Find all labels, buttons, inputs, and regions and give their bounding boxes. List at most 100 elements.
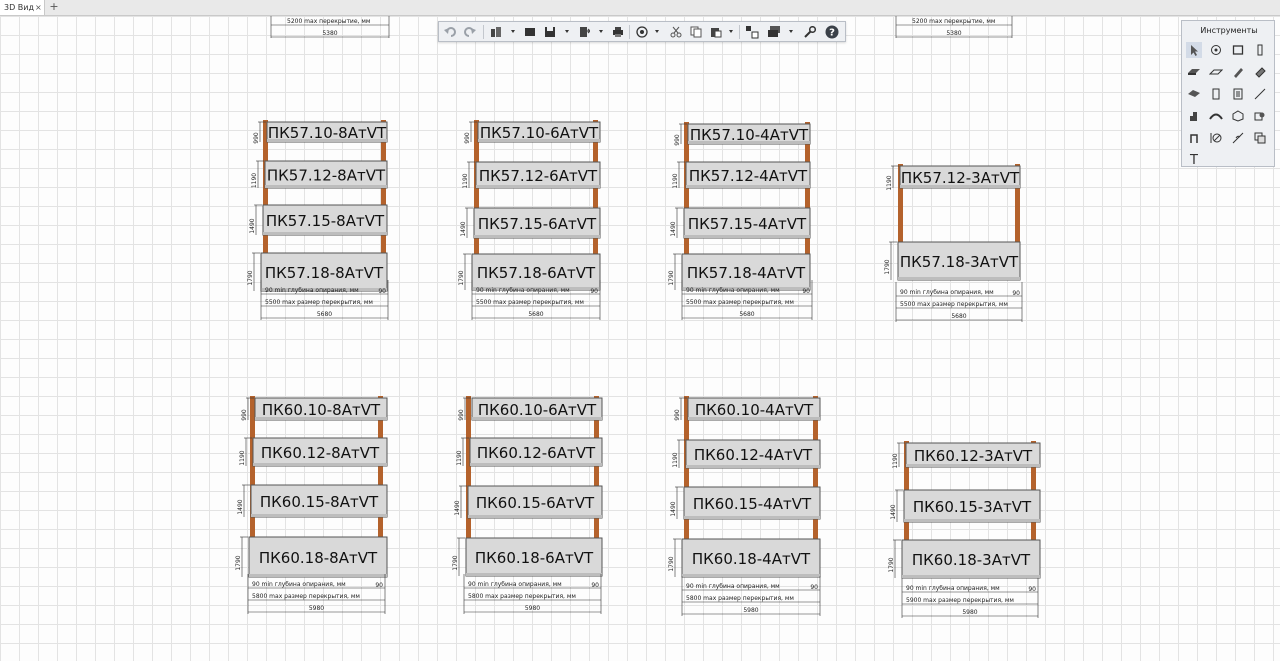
slab-edge [253,463,387,466]
bearing-value: 90 [375,582,383,589]
add-tab-button[interactable]: + [48,0,60,15]
help-icon[interactable]: ? [825,25,839,39]
beam-assembly: ПК57.10-8АтVT 990 ПК57.12-8АтVT 1190 ПК57.15… [247,120,389,320]
slab-edge [251,514,387,517]
max-span-label: 5200 max перекрытие, мм [912,18,995,25]
slab-edge [682,574,820,577]
beam-assembly: ПК60.12-3АтVT 1190 ПК60.15-3АтVT 1490 ПК60.1… [888,441,1041,618]
beam-label: ПК57.15-6АтVT [478,215,597,233]
height-dimension: 990 [464,132,471,144]
max-span-label: 5500 max размер перекрытия, мм [900,301,1008,308]
3d-viewport[interactable]: ПК57.10-8АтVT 990 ПК57.12-8АтVT 1190 ПК57.15… [0,16,1280,661]
beam-label: ПК60.18-4АтVT [692,550,811,568]
height-dimension: 990 [241,409,248,421]
tab-3d-view[interactable]: 3D Вид × [0,0,45,15]
view-dropdown-arrow[interactable] [511,30,515,33]
line-icon[interactable] [1252,86,1268,102]
curtain-wall-icon[interactable] [1208,130,1224,146]
beam-label: ПК60.12-6АтVT [477,444,596,462]
height-dimension: 1790 [668,270,675,285]
window-tool-icon[interactable] [1208,86,1224,102]
slab-icon[interactable] [1186,64,1202,80]
save-icon[interactable] [543,25,557,39]
total-length: 5980 [743,607,758,614]
total-length: 5380 [322,30,337,37]
beam-label: ПК57.10-8АтVT [268,124,387,142]
paste-dropdown-arrow[interactable] [729,30,733,33]
dimension-icon[interactable] [1230,130,1246,146]
beam-icon[interactable] [1230,64,1246,80]
orbit-tool-icon[interactable] [1208,42,1224,58]
beam-label: ПК57.18-3АтVT [900,253,1019,271]
scene-canvas: ПК57.10-8АтVT 990 ПК57.12-8АтVT 1190 ПК57.15… [235,16,1041,618]
max-span-label: 5500 max размер перекрытия, мм [686,299,794,306]
cut-icon[interactable] [669,25,683,39]
beam-label: ПК57.18-8АтVT [265,264,384,282]
slab-edge [249,574,387,577]
window-icon[interactable] [523,25,537,39]
level-icon[interactable] [1252,130,1268,146]
beam-label: ПК57.18-6АтVT [477,264,596,282]
stair-icon[interactable] [1252,64,1268,80]
object-icon[interactable] [1186,108,1202,124]
beam-assembly: ПК60.10-4АтVT 990 ПК60.12-4АтVT 1190 ПК60.15… [668,396,821,616]
beam-label: ПК60.18-8АтVT [259,549,378,567]
tab-close-icon[interactable]: × [35,0,42,15]
railing-icon[interactable] [1186,130,1202,146]
view-icon[interactable] [489,25,503,39]
orbit-icon[interactable] [635,25,649,39]
settings-icon[interactable] [803,25,817,39]
orbit-dropdown-arrow[interactable] [655,30,659,33]
height-dimension: 1790 [452,555,459,570]
mesh-icon[interactable] [1230,86,1246,102]
bearing-value: 90 [590,288,598,295]
wall-icon[interactable] [1230,42,1246,58]
height-dimension: 1190 [462,173,469,188]
height-dimension: 1790 [235,555,242,570]
roof-icon[interactable] [1208,64,1224,80]
slab-edge [265,185,387,188]
layers-icon[interactable] [767,25,781,39]
slab-edge [904,519,1040,522]
zone-icon[interactable] [1252,108,1268,124]
beam-label: ПК60.10-6АтVT [478,401,597,419]
door-icon[interactable] [1186,86,1202,102]
export-dropdown-arrow[interactable] [599,30,603,33]
total-length: 5680 [317,311,332,318]
column-icon[interactable] [1252,42,1268,58]
bearing-value: 90 [591,582,599,589]
morph-icon[interactable] [1230,108,1246,124]
bearing-value: 90 [802,288,810,295]
undo-icon[interactable] [443,25,457,39]
beam-label: ПК57.10-4АтVT [690,126,809,144]
beam-label: ПК60.15-4АтVT [693,495,812,513]
height-dimension: 990 [674,134,681,146]
beam-label: ПК60.15-8АтVT [260,493,379,511]
height-dimension: 1490 [670,221,677,236]
height-dimension: 1490 [237,499,244,514]
print-icon[interactable] [611,25,625,39]
save-dropdown-arrow[interactable] [565,30,569,33]
beam-assembly: ПК57.10-4АтVT 990 ПК57.12-4АтVT 1190 ПК57.15… [668,122,813,320]
beam-label: ПК57.10-6АтVT [480,124,599,142]
layers-dropdown-arrow[interactable] [789,30,793,33]
redo-icon[interactable] [463,25,477,39]
height-dimension: 1490 [460,221,467,236]
cursor-icon[interactable] [1186,42,1202,58]
paste-icon[interactable] [709,25,723,39]
total-length: 5680 [739,311,754,318]
section-icon[interactable] [745,25,759,39]
max-span-label: 5800 max размер перекрытия, мм [252,593,360,600]
tools-palette: Инструменты T [1181,20,1275,167]
export-icon[interactable] [577,25,591,39]
height-dimension: 1190 [672,173,679,188]
copy-icon[interactable] [689,25,703,39]
text-icon[interactable]: T [1186,151,1202,167]
height-dimension: 1790 [884,259,891,274]
height-dimension: 1490 [670,501,677,516]
bearing-value: 90 [378,288,386,295]
shell-icon[interactable] [1208,108,1224,124]
beam-label: ПК60.18-3АтVT [912,551,1031,569]
slab-edge [263,232,387,235]
height-dimension: 1190 [672,452,679,467]
